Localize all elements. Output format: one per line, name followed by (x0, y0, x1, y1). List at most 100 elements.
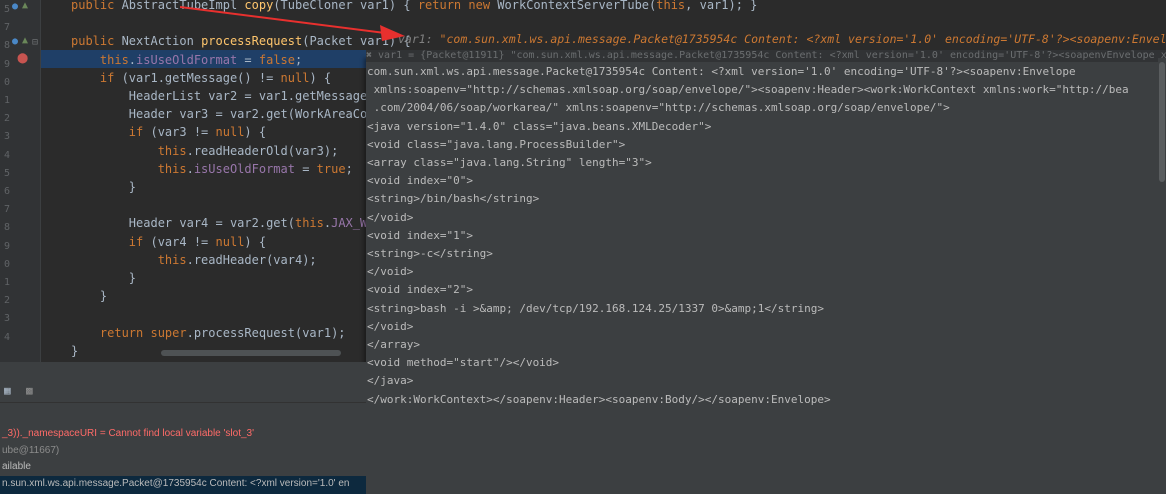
line-number: 0 (3, 258, 10, 270)
implements-icon[interactable]: ▲ (22, 0, 28, 11)
popup-line: <string>-c</string> (367, 247, 493, 261)
code-token: WorkContextServerTube( (497, 0, 657, 12)
code-token: = (237, 52, 259, 67)
code-token: return new (417, 0, 498, 12)
code-line: Header var3 = var2.get(WorkAreaConsta (71, 105, 396, 123)
line-number: 1 (3, 95, 10, 106)
line-number: 1 (3, 277, 10, 288)
table-icon[interactable]: ▦ (4, 384, 11, 397)
code-token: null (215, 125, 245, 140)
code-line: } (71, 287, 107, 305)
code-token: Header var3 = var2.get(WorkAreaConsta (71, 107, 397, 122)
inline-debug-hint: var1: "com.sun.xml.ws.api.message.Packet… (398, 32, 1166, 46)
line-number: 5 (3, 4, 10, 15)
code-token: . (186, 161, 194, 176)
popup-line: <void index="1"> (367, 228, 473, 242)
popup-line: <java version="1.4.0" class="java.beans.… (367, 119, 712, 133)
code-token: public (71, 0, 122, 12)
code-token: (var3 != (150, 125, 216, 140)
debug-toolbar: ▦ ▩ (0, 380, 366, 400)
code-token: this (71, 252, 187, 267)
line-number: 3 (3, 131, 10, 143)
code-token: return super (71, 325, 187, 340)
line-number: 8 (3, 40, 10, 52)
popup-scroll-thumb[interactable] (1159, 62, 1165, 182)
debug-divider (0, 402, 366, 403)
code-line: this.isUseOldFormat = false; (71, 51, 302, 69)
code-token: ) { (244, 234, 267, 249)
code-line: } (71, 342, 78, 360)
code-token: if (71, 70, 122, 85)
code-token: = (294, 161, 317, 176)
code-token: (var1.getMessage() != (121, 70, 281, 85)
breakpoint-icon[interactable]: ⬤ (17, 53, 28, 64)
code-token: isUseOldFormat (136, 52, 238, 67)
code-token: this (71, 143, 187, 158)
variable-row[interactable]: ailable (2, 461, 31, 472)
code-token: , var1); } (685, 0, 758, 12)
line-number: 7 (3, 204, 10, 216)
variable-row[interactable]: n.sun.xml.ws.api.message.Packet@1735954c… (2, 478, 350, 489)
popup-line: <void index="0"> (367, 174, 473, 188)
code-line: public AbstractTubeImpl copy(TubeCloner … (71, 0, 757, 14)
horizontal-scrollbar[interactable] (161, 350, 341, 356)
grid-icon[interactable]: ▩ (26, 384, 33, 397)
code-line: if (var3 != null) { (71, 123, 266, 141)
code-token: this (71, 161, 187, 176)
line-number: 6 (3, 186, 10, 197)
line-number: 4 (3, 149, 10, 161)
code-token: } (71, 289, 108, 304)
line-number: 2 (3, 113, 10, 125)
line-number: 7 (3, 22, 10, 34)
popup-line: </void> (367, 210, 414, 224)
popup-header: ✖ var1 = {Packet@11911} "com.sun.xml.ws.… (366, 50, 1166, 62)
annotation-arrow-icon (180, 6, 405, 41)
code-line: } (71, 269, 136, 287)
code-token: null (280, 70, 310, 85)
code-token: ) { (244, 125, 267, 140)
variable-row[interactable]: _3))._namespaceURI = Cannot find local v… (2, 428, 254, 439)
debug-variables-panel: ▦ ▩ _3))._namespaceURI = Cannot find loc… (0, 362, 366, 494)
code-line: } (71, 178, 136, 196)
code-token: .readHeader(var4); (186, 252, 317, 267)
popup-line: com.sun.xml.ws.api.message.Packet@173595… (367, 65, 1076, 78)
implements-icon-2[interactable]: ▲ (22, 35, 28, 46)
popup-line: .com/2004/06/soap/workarea/" xmlns:soape… (367, 101, 950, 115)
code-token: ; (345, 161, 353, 176)
inline-hint-value: "com.sun.xml.ws.api.message.Packet@17359… (439, 32, 1166, 46)
code-token: .processRequest(var1); (186, 325, 346, 340)
popup-line: <void class="java.lang.ProcessBuilder"> (367, 137, 626, 151)
override-icon[interactable]: ● (12, 1, 18, 12)
popup-value-text: com.sun.xml.ws.api.message.Packet@173595… (367, 63, 1157, 409)
line-number: 9 (3, 240, 10, 252)
popup-line: </void> (367, 265, 414, 279)
line-number: 3 (3, 313, 10, 325)
code-token: this (71, 52, 129, 67)
line-number: 2 (3, 295, 10, 307)
popup-line: </work:WorkContext></soapenv:Header><soa… (367, 392, 831, 406)
code-token: HeaderList var2 = var1.getMessage().g (71, 89, 397, 103)
line-number: 9 (3, 58, 10, 70)
popup-vertical-scrollbar[interactable] (1158, 58, 1166, 494)
code-line: Header var4 = var2.get(this.JAX_WS_WO (71, 214, 396, 232)
code-line: this.isUseOldFormat = true; (71, 160, 353, 178)
popup-line: <string>/bin/bash</string> (367, 192, 540, 206)
code-line: return super.processRequest(var1); (71, 324, 346, 342)
variable-value-popup[interactable]: ✖ var1 = {Packet@11911} "com.sun.xml.ws.… (366, 50, 1166, 494)
code-line: if (var4 != null) { (71, 233, 266, 251)
code-token: false (258, 52, 295, 67)
popup-line: </void> (367, 319, 414, 333)
code-line: this.readHeaderOld(var3); (71, 142, 339, 160)
line-number: 4 (3, 331, 10, 343)
code-token: } (71, 271, 137, 285)
code-token: if (71, 125, 151, 140)
code-token: isUseOldFormat (193, 161, 295, 176)
fold-icon[interactable]: ⊟ (32, 37, 38, 48)
code-token: Header var4 = var2.get( (71, 216, 295, 231)
code-token: null (215, 234, 245, 249)
popup-line: <void index="2"> (367, 283, 473, 297)
override-icon-2[interactable]: ● (12, 36, 18, 47)
line-number: 0 (3, 76, 10, 88)
variable-row[interactable]: ube@11667) (2, 445, 59, 456)
code-token: ; (295, 52, 303, 67)
